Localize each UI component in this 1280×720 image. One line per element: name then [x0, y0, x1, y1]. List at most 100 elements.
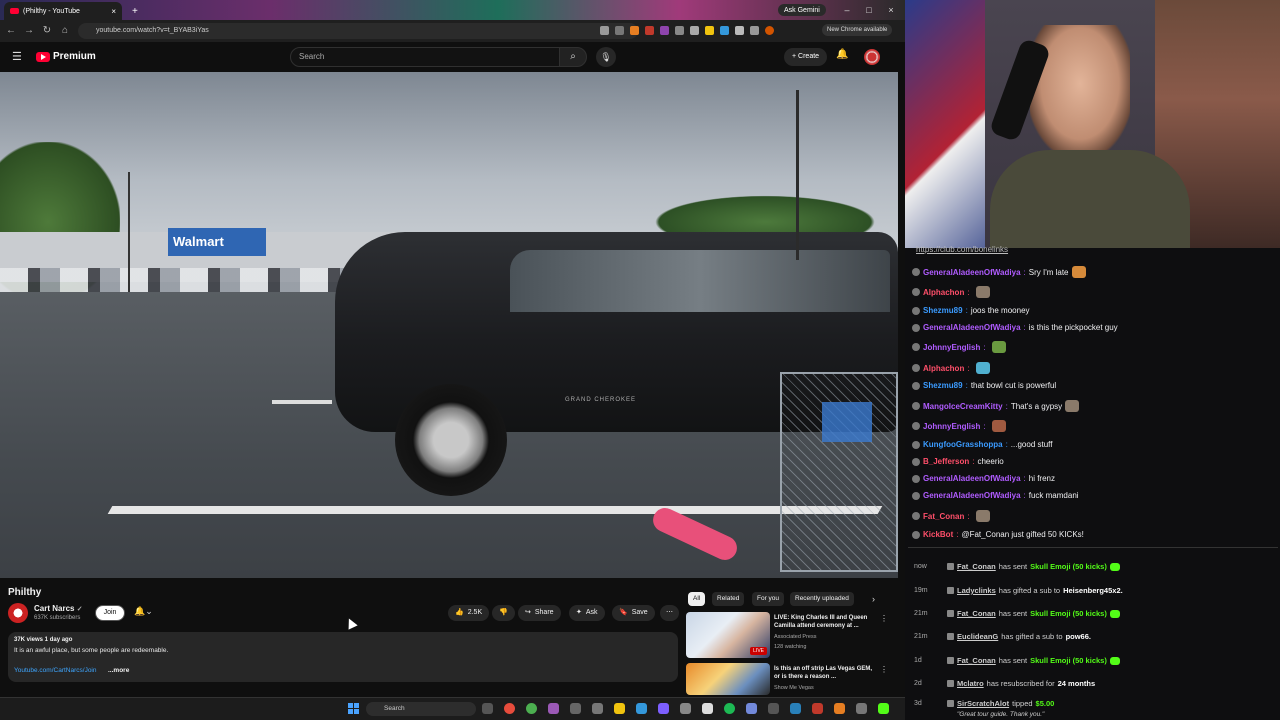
extension-icon[interactable]	[750, 26, 759, 35]
chat-username[interactable]: GeneralAladeenOfWadiya	[923, 323, 1021, 332]
recommendation-thumbnail[interactable]: LIVE	[686, 612, 770, 658]
close-window-icon[interactable]: ×	[884, 3, 898, 17]
extension-icon[interactable]	[705, 26, 714, 35]
chat-username[interactable]: GeneralAladeenOfWadiya	[923, 474, 1021, 483]
extension-icon[interactable]	[600, 26, 609, 35]
event-user[interactable]: Mclatro	[957, 679, 984, 688]
more-vertical-icon[interactable]: ⋮	[880, 665, 888, 674]
event-user[interactable]: Fat_Conan	[957, 609, 996, 618]
ask-gemini-button[interactable]: Ask Gemini	[778, 4, 826, 16]
user-avatar[interactable]	[864, 49, 880, 65]
app-icon[interactable]	[636, 703, 647, 714]
minimize-icon[interactable]: –	[840, 3, 854, 17]
chrome-icon[interactable]	[526, 703, 537, 714]
youtube-logo[interactable]: Premium	[36, 51, 96, 62]
tab-youtube[interactable]: (Philthy - YouTube ×	[4, 2, 122, 20]
chevron-right-icon[interactable]: ›	[872, 594, 875, 604]
extension-icon[interactable]	[690, 26, 699, 35]
chat-username[interactable]: Alphachon	[923, 364, 964, 373]
show-more-link[interactable]: ...more	[108, 667, 129, 674]
like-button[interactable]: 👍 2.5K	[448, 605, 490, 621]
hamburger-menu-icon[interactable]: ☰	[12, 50, 22, 63]
url-input[interactable]: youtube.com/watch?v=t_BYAB3iYas	[78, 23, 638, 39]
share-button[interactable]: ↪ Share	[518, 605, 561, 621]
dislike-button[interactable]: 👎	[492, 605, 515, 621]
star-icon[interactable]	[615, 26, 624, 35]
more-actions-button[interactable]: ⋯	[660, 605, 679, 621]
back-icon[interactable]: ←	[4, 24, 18, 38]
event-user[interactable]: EuclideanG	[957, 632, 998, 641]
chat-username[interactable]: Shezmu89	[923, 381, 963, 390]
file-explorer-icon[interactable]	[614, 703, 625, 714]
chat-username[interactable]: MangoIceCreamKitty	[923, 402, 1003, 411]
chip-all[interactable]: All	[688, 592, 706, 606]
extension-icon[interactable]	[645, 26, 654, 35]
event-user[interactable]: Fat_Conan	[957, 562, 996, 571]
app-icon[interactable]	[768, 703, 779, 714]
description-box[interactable]	[8, 632, 678, 682]
app-icon[interactable]	[834, 703, 845, 714]
chat-username[interactable]: Alphachon	[923, 288, 964, 297]
windows-start-icon[interactable]	[348, 703, 359, 714]
taskbar-search[interactable]: Search	[366, 702, 476, 716]
chat-username[interactable]: JohnnyEnglish	[923, 422, 980, 431]
forward-icon[interactable]: →	[22, 24, 36, 38]
subscription-bell-icon[interactable]: 🔔⌄	[134, 606, 153, 617]
app-icon[interactable]	[592, 703, 603, 714]
chat-header-link[interactable]: https://club.com/bonelinks	[916, 245, 1008, 254]
home-icon[interactable]: ⌂	[58, 24, 72, 38]
chat-username[interactable]: GeneralAladeenOfWadiya	[923, 268, 1021, 277]
chat-username[interactable]: KungfooGrasshoppa	[923, 440, 1003, 449]
app-icon[interactable]	[812, 703, 823, 714]
maximize-icon[interactable]: □	[862, 3, 876, 17]
chat-username[interactable]: KickBot	[923, 530, 953, 539]
video-player[interactable]: Walmart GRAND CHEROKEE	[0, 72, 898, 578]
save-button[interactable]: 🔖 Save	[612, 605, 655, 621]
extension-icon[interactable]	[675, 26, 684, 35]
chat-username[interactable]: JohnnyEnglish	[923, 343, 980, 352]
ask-button[interactable]: ✦ Ask	[569, 605, 605, 621]
task-view-icon[interactable]	[482, 703, 493, 714]
chip-related[interactable]: Related	[712, 592, 745, 606]
chat-username[interactable]: B_Jefferson	[923, 457, 969, 466]
extension-icon[interactable]	[720, 26, 729, 35]
event-user[interactable]: Ladyclinks	[957, 586, 996, 595]
recommendation-title[interactable]: Is this an off strip Las Vegas GEM, or i…	[774, 665, 878, 681]
event-user[interactable]: Fat_Conan	[957, 656, 996, 665]
voice-search-button[interactable]: 🎙	[596, 47, 616, 67]
chrome-update-badge[interactable]: New Chrome available	[822, 24, 893, 36]
recommendation-title[interactable]: LIVE: King Charles III and Queen Camilla…	[774, 614, 878, 630]
app-icon[interactable]	[790, 703, 801, 714]
app-icon[interactable]	[504, 703, 515, 714]
search-button[interactable]: ⌕	[559, 47, 587, 67]
event-user[interactable]: SirScratchAlot	[957, 699, 1009, 708]
new-tab-button[interactable]: +	[126, 2, 144, 20]
app-icon[interactable]	[570, 703, 581, 714]
app-icon[interactable]	[658, 703, 669, 714]
chat-username[interactable]: Fat_Conan	[923, 512, 964, 521]
chat-username[interactable]: GeneralAladeenOfWadiya	[923, 491, 1021, 500]
kick-icon[interactable]	[878, 703, 889, 714]
obs-icon[interactable]	[702, 703, 713, 714]
search-input[interactable]: Search	[290, 47, 560, 67]
profile-icon[interactable]	[765, 26, 774, 35]
more-vertical-icon[interactable]: ⋮	[880, 614, 888, 623]
extension-icon[interactable]	[660, 26, 669, 35]
create-button[interactable]: + Create	[784, 48, 828, 66]
recommendation-thumbnail[interactable]	[686, 663, 770, 695]
app-icon[interactable]	[680, 703, 691, 714]
channel-name[interactable]: Cart Narcs ✓	[34, 604, 83, 613]
close-tab-icon[interactable]: ×	[111, 7, 116, 16]
notifications-bell-icon[interactable]: 🔔	[836, 49, 848, 60]
reload-icon[interactable]: ↻	[40, 24, 54, 38]
chat-username[interactable]: Shezmu89	[923, 306, 963, 315]
app-icon[interactable]	[746, 703, 757, 714]
extension-icon[interactable]	[735, 26, 744, 35]
app-icon[interactable]	[856, 703, 867, 714]
extension-icon[interactable]	[630, 26, 639, 35]
app-icon[interactable]	[548, 703, 559, 714]
spotify-icon[interactable]	[724, 703, 735, 714]
chip-for-you[interactable]: For you	[752, 592, 785, 606]
description-link[interactable]: Youtube.com/CartNarcs/Join	[14, 667, 97, 674]
join-button[interactable]: Join	[95, 605, 125, 621]
